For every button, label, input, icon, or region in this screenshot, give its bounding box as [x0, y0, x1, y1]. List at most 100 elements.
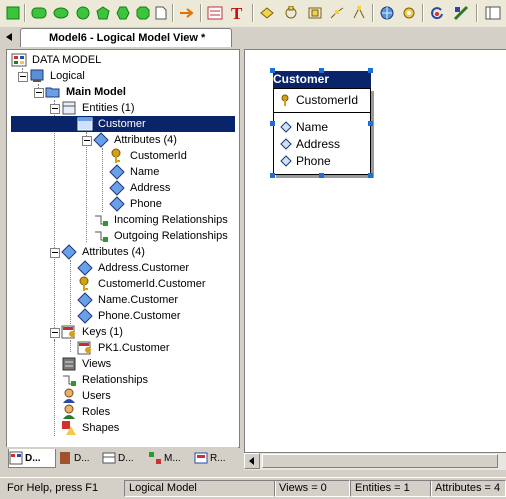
tab-scroll-left-icon[interactable]	[2, 30, 16, 44]
tree-node-attr-customerid[interactable]: CustomerId	[109, 148, 189, 164]
tree-node-outgoing-relationships[interactable]: Outgoing Relationships	[93, 228, 230, 244]
tab-data-dictionary[interactable]: D...	[58, 449, 98, 467]
tree-node-attr-phone[interactable]: Phone	[109, 196, 164, 212]
grid-tool-icon[interactable]	[306, 4, 324, 22]
tree-node-customer-entity[interactable]: Customer	[11, 116, 235, 132]
database-icon	[9, 451, 23, 465]
entity-attribute-row[interactable]: Phone	[280, 153, 331, 169]
scroll-thumb[interactable]	[262, 454, 498, 468]
tree-node-keys[interactable]: Keys (1)	[61, 324, 125, 340]
rectangle-tool-icon[interactable]	[4, 4, 22, 22]
tab-repository[interactable]: R...	[194, 449, 236, 467]
resize-handle-bottom[interactable]	[319, 173, 324, 178]
tree-node-logical[interactable]: Logical	[29, 68, 87, 84]
network-tool-icon[interactable]	[282, 4, 300, 22]
layout-icon[interactable]	[484, 4, 502, 22]
collapse-main-model-toggle[interactable]	[34, 88, 44, 98]
circle-tool-icon[interactable]	[74, 4, 92, 22]
model-explorer-tree[interactable]: DATA MODEL Logical Main Model Entities (…	[6, 49, 240, 448]
tree-node-incoming-relationships[interactable]: Incoming Relationships	[93, 212, 230, 228]
tree-node-entities[interactable]: Entities (1)	[61, 100, 137, 116]
explorer-tab-strip: D... D... D... M... R...	[6, 447, 238, 469]
collapse-model-attributes-toggle[interactable]	[50, 248, 60, 258]
ellipse-tool-icon[interactable]	[52, 4, 70, 22]
tree-label: Roles	[82, 406, 111, 418]
tree-node-data-model[interactable]: DATA MODEL	[11, 52, 103, 68]
tree-label: Shapes	[82, 422, 120, 434]
entity-body[interactable]: CustomerId Name Address Phone	[273, 88, 371, 175]
tree-label: Phone.Customer	[98, 310, 181, 322]
tab-data-model[interactable]: D...	[8, 449, 56, 468]
toolbar-separator	[24, 4, 26, 22]
entity-attribute-label: Phone	[296, 154, 331, 168]
primary-key-icon	[77, 341, 91, 355]
tree-label: DATA MODEL	[32, 54, 102, 66]
connector-tool-icon[interactable]	[328, 4, 346, 22]
entity-header[interactable]: Customer	[273, 71, 371, 88]
tree-node-attr-address[interactable]: Address	[109, 180, 172, 196]
customer-entity-box[interactable]: Customer CustomerId Name Address Phone	[270, 68, 373, 178]
hexagon-tool-icon[interactable]	[114, 4, 132, 22]
resize-handle-right[interactable]	[368, 121, 373, 126]
text-tool-icon[interactable]: T	[228, 4, 246, 22]
entity-attribute-label: Address	[296, 137, 341, 151]
resize-handle-bottom-left[interactable]	[270, 173, 275, 178]
collapse-attributes-toggle[interactable]	[82, 136, 92, 146]
status-views-count: Views = 0	[274, 480, 350, 497]
collapse-logical-toggle[interactable]	[18, 72, 28, 82]
tab-data-lineage[interactable]: D...	[102, 449, 144, 467]
tree-node-shapes[interactable]: Shapes	[61, 420, 121, 436]
pentagon-tool-icon[interactable]	[94, 4, 112, 22]
tree-label: Customer	[96, 116, 148, 132]
tree-node-entity-attributes[interactable]: Attributes (4)	[93, 132, 179, 148]
hierarchy-tool-icon[interactable]	[350, 4, 368, 22]
resize-handle-bottom-right[interactable]	[368, 173, 373, 178]
relationship-tool-icon[interactable]	[258, 4, 276, 22]
collapse-keys-toggle[interactable]	[50, 328, 60, 338]
entity-attribute-row[interactable]: Address	[280, 136, 340, 152]
entity-key-attribute[interactable]: CustomerId	[280, 92, 358, 108]
entity-folder-icon	[62, 101, 76, 115]
settings-gear-icon[interactable]	[400, 4, 418, 22]
tree-node-main-model[interactable]: Main Model	[45, 84, 128, 100]
tab-model6-logical-view[interactable]: Model6 - Logical Model View *	[20, 28, 232, 47]
relationships-icon	[63, 375, 76, 386]
tab-macros[interactable]: M...	[148, 449, 190, 467]
arrow-tool-icon[interactable]	[178, 4, 196, 22]
tree-node-model-attributes[interactable]: Attributes (4)	[61, 244, 147, 260]
resize-handle-top[interactable]	[319, 68, 324, 73]
macros-icon	[149, 452, 161, 464]
tree-node-address-customer[interactable]: Address.Customer	[77, 260, 191, 276]
tree-node-views[interactable]: Views	[61, 356, 113, 372]
tree-node-pk1-customer[interactable]: PK1.Customer	[77, 340, 172, 356]
document-tab-row: Model6 - Logical Model View *	[0, 27, 506, 47]
database-icon	[11, 53, 27, 67]
entity-attribute-row[interactable]: Name	[280, 119, 328, 135]
folder-open-icon	[45, 87, 60, 98]
tab-label: D...	[118, 452, 134, 464]
tree-node-attr-name[interactable]: Name	[109, 164, 161, 180]
resize-handle-top-right[interactable]	[368, 68, 373, 73]
diagram-horizontal-scrollbar[interactable]	[244, 453, 506, 470]
tree-label: Address.Customer	[98, 262, 190, 274]
rounded-rectangle-tool-icon[interactable]	[30, 4, 48, 22]
title-block-icon[interactable]	[206, 4, 224, 22]
refresh-icon[interactable]	[428, 4, 446, 22]
toolbar-separator	[372, 4, 374, 22]
note-tool-icon[interactable]	[152, 4, 170, 22]
tree-node-phone-customer[interactable]: Phone.Customer	[77, 308, 183, 324]
tools-icon[interactable]	[452, 4, 470, 22]
tree-node-relationships[interactable]: Relationships	[61, 372, 150, 388]
tree-node-users[interactable]: Users	[61, 388, 113, 404]
collapse-entities-toggle[interactable]	[50, 104, 60, 114]
resize-handle-left[interactable]	[270, 121, 275, 126]
octagon-tool-icon[interactable]	[134, 4, 152, 22]
tree-label: Address	[130, 182, 171, 194]
tree-node-customerid-customer[interactable]: CustomerId.Customer	[77, 276, 208, 292]
tree-node-roles[interactable]: Roles	[61, 404, 112, 420]
tree-node-name-customer[interactable]: Name.Customer	[77, 292, 180, 308]
scroll-left-button[interactable]	[244, 453, 260, 469]
globe-icon[interactable]	[378, 4, 396, 22]
resize-handle-top-left[interactable]	[270, 68, 275, 73]
entity-title: Customer	[273, 72, 330, 86]
